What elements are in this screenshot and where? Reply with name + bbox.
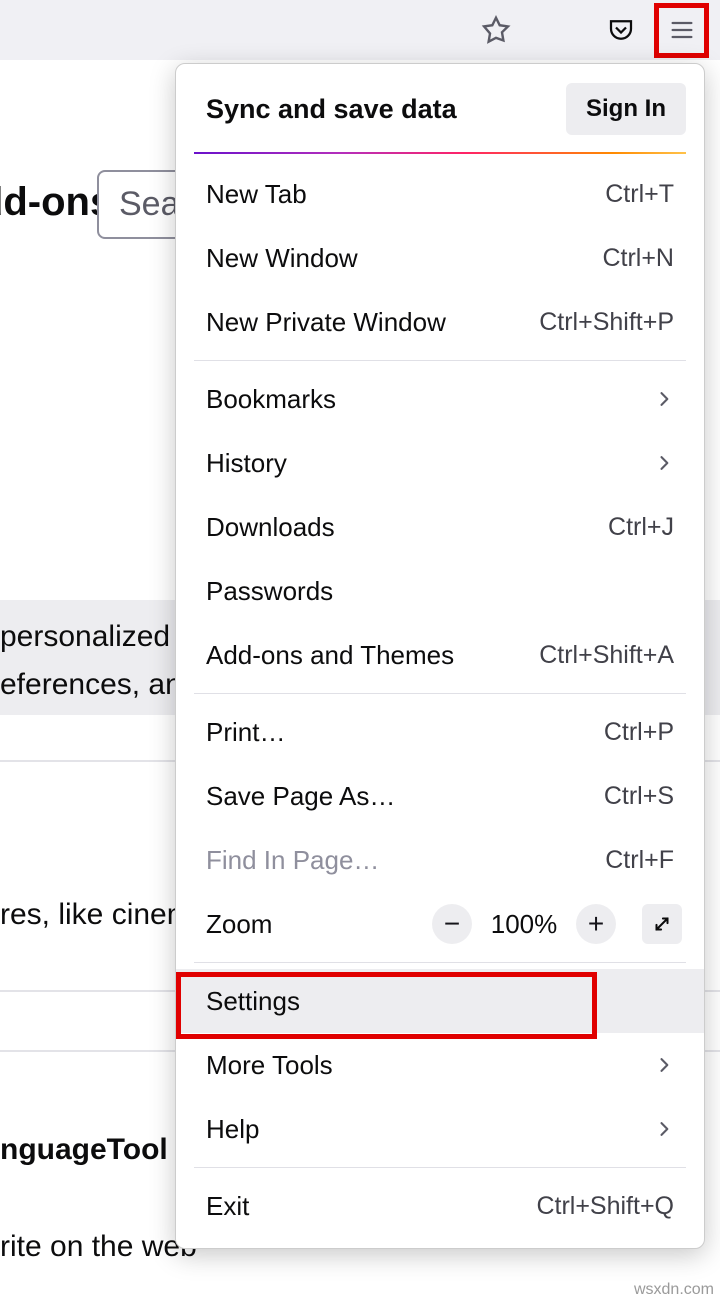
rainbow-divider	[194, 152, 686, 154]
browser-toolbar	[0, 0, 720, 60]
zoom-in-button[interactable]: +	[576, 904, 616, 944]
menu-item-print[interactable]: Print… Ctrl+P	[176, 700, 704, 764]
menu-item-label: History	[206, 448, 287, 479]
menu-item-label: New Window	[206, 243, 358, 274]
menu-separator	[194, 1167, 686, 1168]
menu-item-save-page-as[interactable]: Save Page As… Ctrl+S	[176, 764, 704, 828]
menu-item-new-tab[interactable]: New Tab Ctrl+T	[176, 162, 704, 226]
menu-item-help[interactable]: Help	[176, 1097, 704, 1161]
menu-shortcut: Ctrl+F	[605, 846, 674, 875]
menu-item-label: Print…	[206, 717, 285, 748]
sync-row: Sync and save data Sign In	[176, 64, 704, 152]
menu-item-label: Add-ons and Themes	[206, 640, 454, 671]
chevron-right-icon	[654, 1055, 674, 1075]
menu-item-find-in-page[interactable]: Find In Page… Ctrl+F	[176, 828, 704, 892]
menu-item-passwords[interactable]: Passwords	[176, 559, 704, 623]
bg-text: personalized	[0, 620, 170, 654]
menu-shortcut: Ctrl+P	[604, 718, 674, 747]
menu-shortcut: Ctrl+J	[608, 513, 674, 542]
menu-separator	[194, 360, 686, 361]
chevron-right-icon	[654, 453, 674, 473]
menu-item-bookmarks[interactable]: Bookmarks	[176, 367, 704, 431]
menu-item-label: Help	[206, 1114, 259, 1145]
sign-in-button[interactable]: Sign In	[566, 83, 686, 135]
star-icon	[480, 14, 512, 46]
menu-item-label: Downloads	[206, 512, 335, 543]
menu-separator	[194, 693, 686, 694]
menu-item-downloads[interactable]: Downloads Ctrl+J	[176, 495, 704, 559]
menu-item-history[interactable]: History	[176, 431, 704, 495]
zoom-value: 100%	[480, 909, 568, 940]
menu-item-add-ons-and-themes[interactable]: Add-ons and Themes Ctrl+Shift+A	[176, 623, 704, 687]
zoom-row: Zoom −100% +	[176, 892, 704, 956]
menu-item-more-tools[interactable]: More Tools	[176, 1033, 704, 1097]
menu-shortcut: Ctrl+T	[605, 180, 674, 209]
menu-item-exit[interactable]: Exit Ctrl+Shift+Q	[176, 1174, 704, 1238]
menu-item-label: More Tools	[206, 1050, 333, 1081]
chevron-right-icon	[654, 389, 674, 409]
menu-item-label: New Private Window	[206, 307, 446, 338]
pocket-button[interactable]	[593, 3, 648, 58]
bg-text: rite on the web	[0, 1230, 197, 1264]
menu-item-label: New Tab	[206, 179, 307, 210]
app-menu-panel: Sync and save data Sign In New Tab Ctrl+T…	[175, 63, 705, 1249]
bg-text: eferences, and	[0, 668, 198, 702]
menu-shortcut: Ctrl+Shift+Q	[536, 1192, 674, 1221]
menu-shortcut: Ctrl+S	[604, 782, 674, 811]
chevron-right-icon	[654, 1119, 674, 1139]
zoom-out-button[interactable]: −	[432, 904, 472, 944]
menu-shortcut: Ctrl+N	[602, 244, 674, 273]
bookmark-star-button[interactable]	[468, 3, 523, 58]
menu-item-label: Save Page As…	[206, 781, 395, 812]
zoom-label: Zoom	[206, 909, 272, 940]
app-menu-button[interactable]	[654, 3, 709, 58]
pocket-icon	[606, 15, 636, 45]
fullscreen-button[interactable]	[642, 904, 682, 944]
settings-highlight-box	[176, 972, 597, 1039]
menu-item-label: Bookmarks	[206, 384, 336, 415]
menu-shortcut: Ctrl+Shift+P	[539, 308, 674, 337]
page-heading: Add-ons	[0, 180, 112, 225]
menu-item-new-window[interactable]: New Window Ctrl+N	[176, 226, 704, 290]
menu-item-label: Passwords	[206, 576, 333, 607]
hamburger-icon	[668, 16, 696, 44]
menu-separator	[194, 962, 686, 963]
menu-shortcut: Ctrl+Shift+A	[539, 641, 674, 670]
menu-item-label: Exit	[206, 1191, 249, 1222]
bg-text: nguageTool	[0, 1133, 168, 1167]
sync-title: Sync and save data	[206, 94, 457, 125]
menu-item-label: Find In Page…	[206, 845, 379, 876]
menu-item-new-private-window[interactable]: New Private Window Ctrl+Shift+P	[176, 290, 704, 354]
credit-text: wsxdn.com	[634, 1281, 714, 1299]
